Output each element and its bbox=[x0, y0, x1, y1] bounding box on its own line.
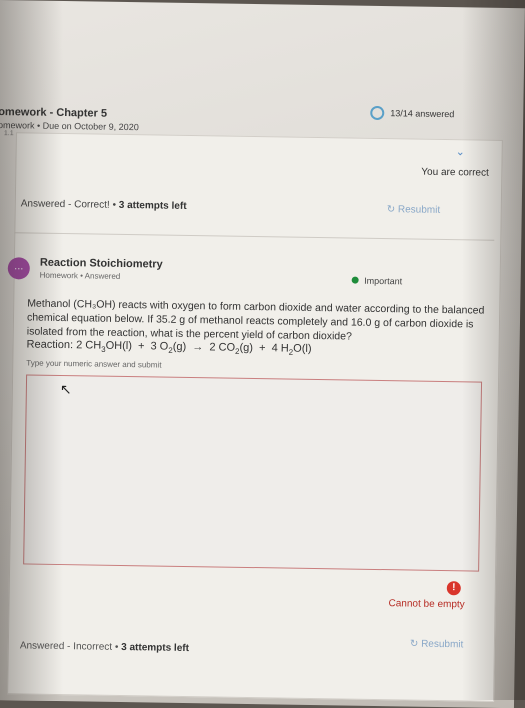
chevron-down-icon[interactable]: ⌄ bbox=[456, 145, 465, 158]
progress-ring-icon bbox=[370, 105, 385, 121]
assignment-stamp: 1.1 bbox=[3, 130, 14, 138]
question2-status-label: Answered - Incorrect bbox=[19, 640, 113, 653]
resubmit-icon: ↻ bbox=[386, 204, 399, 216]
resubmit-button-q1[interactable]: ↻ Resubmit bbox=[387, 204, 441, 216]
resubmit-icon: ↻ bbox=[409, 638, 422, 650]
mouse-cursor-icon: ↖ bbox=[59, 380, 72, 398]
important-dot-icon bbox=[351, 276, 359, 284]
validation-error: Cannot be empty bbox=[388, 598, 465, 611]
question-title: Reaction Stoichiometry bbox=[39, 256, 163, 271]
question1-attempts-left: 3 attempts left bbox=[118, 199, 187, 212]
question-meta: Homework • Answered bbox=[39, 270, 121, 281]
question2-attempts-left: 3 attempts left bbox=[121, 641, 190, 655]
important-flag[interactable]: Important bbox=[351, 275, 403, 287]
assignment-title: omework - Chapter 5 bbox=[0, 105, 108, 120]
important-label: Important bbox=[364, 275, 403, 287]
answer-input[interactable] bbox=[23, 374, 483, 572]
question-text: Methanol (CH₃OH) reacts with oxygen to f… bbox=[26, 297, 485, 343]
resubmit-button-q2[interactable]: ↻ Resubmit bbox=[410, 639, 464, 651]
screen-photo: omework - Chapter 5 omework • Due on Oct… bbox=[0, 0, 525, 708]
resubmit-label: Resubmit bbox=[421, 638, 464, 651]
progress-answered-count: 13/14 answered bbox=[390, 108, 455, 120]
assignment-due-date: omework • Due on October 9, 2020 bbox=[0, 119, 139, 133]
reaction-label: Reaction: bbox=[26, 338, 74, 352]
question1-status-label: Answered - Correct! bbox=[20, 198, 110, 211]
resubmit-label: Resubmit bbox=[397, 204, 441, 216]
correct-feedback: You are correct bbox=[421, 166, 489, 179]
